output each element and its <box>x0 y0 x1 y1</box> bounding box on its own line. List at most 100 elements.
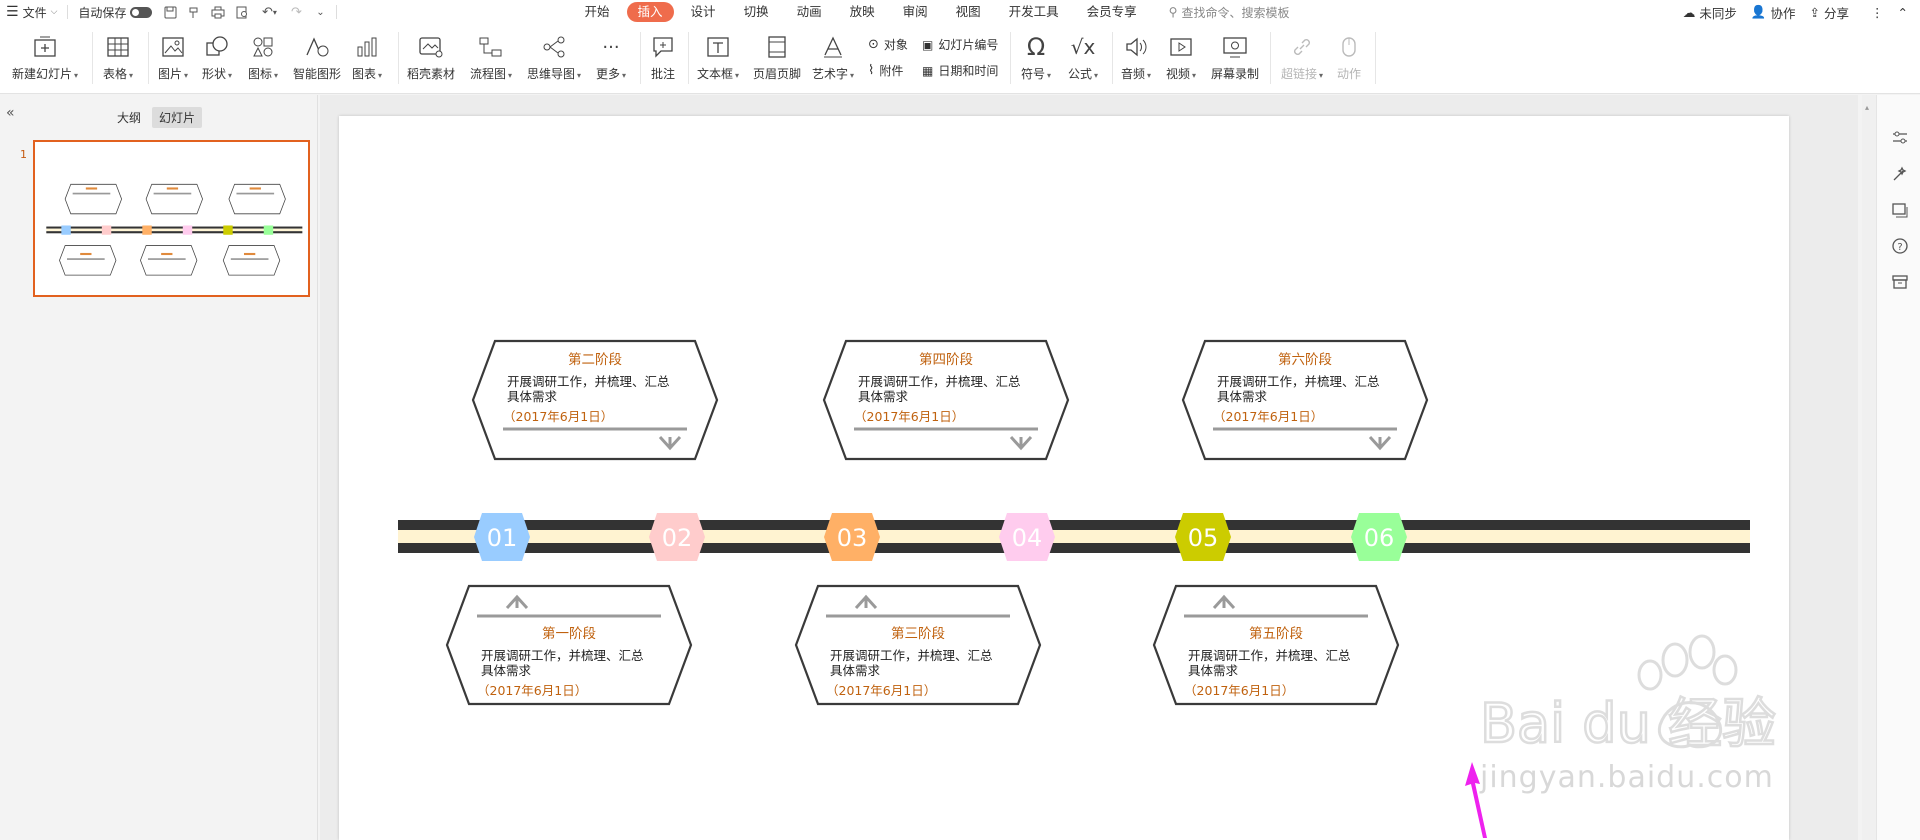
collab-button[interactable]: 👤 协作 <box>1751 3 1796 22</box>
autosave-toggle[interactable]: 自动保存 <box>72 0 158 24</box>
formula-button[interactable]: √x 公式 ▾ <box>1068 32 1098 82</box>
collapse-ribbon-button[interactable]: ⌃ <box>1898 5 1908 20</box>
picture-button[interactable]: 图片 ▾ <box>158 32 188 82</box>
icon-button[interactable]: 图标 ▾ <box>248 32 278 82</box>
stage-box-top-0[interactable]: 第二阶段开展调研工作，并梳理、汇总具体需求（2017年6月1日） <box>471 339 719 461</box>
stage-box-top-1[interactable]: 第四阶段开展调研工作，并梳理、汇总具体需求（2017年6月1日） <box>822 339 1070 461</box>
tab-review[interactable]: 审阅 <box>892 2 939 22</box>
redo-icon[interactable]: ↷ <box>284 0 308 24</box>
date-time-button[interactable]: ▦ 日期和时间 <box>922 62 998 79</box>
stage-title: 第一阶段 <box>542 625 596 642</box>
textbox-label: 文本框 <box>697 67 734 81</box>
print-icon[interactable] <box>206 0 230 24</box>
timeline-marker-06[interactable]: 06 <box>1351 513 1407 561</box>
print-preview-icon[interactable] <box>230 0 254 24</box>
object-button[interactable]: ⊙ 对象 <box>868 36 908 53</box>
watermark-brand: Bai du 经验 <box>1480 692 1776 755</box>
properties-icon[interactable] <box>1891 129 1909 147</box>
marker-number: 01 <box>487 524 518 552</box>
video-button[interactable]: 视频 ▾ <box>1166 32 1196 82</box>
collab-label: 协作 <box>1770 5 1796 21</box>
stage-date: （2017年6月1日） <box>503 409 613 424</box>
stage-box-top-2[interactable]: 第六阶段开展调研工作，并梳理、汇总具体需求（2017年6月1日） <box>1181 339 1429 461</box>
tab-view[interactable]: 视图 <box>945 2 992 22</box>
format-painter-icon[interactable] <box>182 0 206 24</box>
new-slide-icon <box>32 32 58 62</box>
comment-label: 批注 <box>651 67 676 81</box>
more-button[interactable]: ··· 更多 ▾ <box>596 32 626 82</box>
table-button[interactable]: 表格 ▾ <box>103 32 133 82</box>
audio-button[interactable]: 音频 ▾ <box>1121 32 1151 82</box>
tab-transition[interactable]: 切换 <box>733 2 780 22</box>
customize-icon[interactable]: ⌄ <box>308 0 332 24</box>
screen-record-button[interactable]: 屏幕录制 <box>1211 32 1259 82</box>
tab-insert[interactable]: 插入 <box>626 2 674 22</box>
flowchart-icon <box>478 32 504 62</box>
tab-design[interactable]: 设计 <box>680 2 727 22</box>
timeline-marker-03[interactable]: 03 <box>824 513 880 561</box>
link-icon <box>1290 32 1314 62</box>
stage-box-bottom-0[interactable]: 第一阶段开展调研工作，并梳理、汇总具体需求（2017年6月1日） <box>445 584 693 706</box>
timeline-marker-05[interactable]: 05 <box>1175 513 1231 561</box>
tab-outline[interactable]: 大纲 <box>110 107 148 128</box>
ribbon: 新建幻灯片 ▾ 表格 ▾ 图片 ▾ 形状 ▾ 图标 ▾ 智能图形 图表 ▾ 稻壳素材 流程图… <box>0 24 1920 94</box>
flowchart-button[interactable]: 流程图 ▾ <box>470 32 512 82</box>
thumbnail-preview <box>46 183 303 276</box>
symbol-button[interactable]: Ω 符号 ▾ <box>1021 32 1051 82</box>
textbox-button[interactable]: 文本框 ▾ <box>697 32 739 82</box>
smart-art-button[interactable]: 智能图形 <box>293 32 341 82</box>
more-menu-button[interactable]: ⋮ <box>1871 5 1884 20</box>
shape-button[interactable]: 形状 ▾ <box>202 32 232 82</box>
menu-right: ☁ 未同步 👤 协作 ⇪ 分享 ⋮ ⌃ <box>1683 0 1908 24</box>
tab-slideshow[interactable]: 放映 <box>839 2 886 22</box>
action-button[interactable]: 动作 <box>1337 32 1361 82</box>
chart-button[interactable]: 图表 ▾ <box>352 32 382 82</box>
attachment-button[interactable]: ⌇ 附件 <box>868 62 903 79</box>
comment-button[interactable]: 批注 <box>651 32 675 82</box>
file-menu[interactable]: ☰ 文件 ⌵ <box>0 0 63 24</box>
picture-icon <box>161 32 185 62</box>
divider <box>1010 32 1011 84</box>
tab-developer[interactable]: 开发工具 <box>998 2 1070 22</box>
share-button[interactable]: ⇪ 分享 <box>1810 3 1850 22</box>
stage-date: （2017年6月1日） <box>1184 683 1294 698</box>
mindmap-button[interactable]: 思维导图 ▾ <box>527 32 581 82</box>
timeline-marker-01[interactable]: 01 <box>474 513 530 561</box>
chevron-down-icon: ⌵ <box>50 7 58 17</box>
new-slide-button[interactable]: 新建幻灯片 ▾ <box>12 32 78 82</box>
tab-slides[interactable]: 幻灯片 <box>152 107 203 128</box>
mindmap-icon <box>541 32 567 62</box>
material-label: 稻壳素材 <box>407 67 456 81</box>
stage-box-bottom-1[interactable]: 第三阶段开展调研工作，并梳理、汇总具体需求（2017年6月1日） <box>794 584 1042 706</box>
material-button[interactable]: 稻壳素材 <box>407 32 455 82</box>
archive-icon[interactable] <box>1891 273 1909 291</box>
stage-box-bottom-2[interactable]: 第五阶段开展调研工作，并梳理、汇总具体需求（2017年6月1日） <box>1152 584 1400 706</box>
help-icon[interactable]: ? <box>1891 237 1909 255</box>
slide-thumbnail[interactable] <box>33 140 310 297</box>
tab-member[interactable]: 会员专享 <box>1076 2 1148 22</box>
timeline-marker-04[interactable]: 04 <box>999 513 1055 561</box>
tab-home[interactable]: 开始 <box>574 2 621 22</box>
collapse-panel-icon[interactable]: « <box>6 105 15 121</box>
slides-sidebar-icon[interactable] <box>1891 201 1909 219</box>
art-text-button[interactable]: 艺术字 ▾ <box>812 32 854 82</box>
magic-wand-icon[interactable] <box>1891 165 1909 183</box>
search-icon: ⚲ <box>1168 5 1178 19</box>
smart-art-icon <box>304 32 330 62</box>
save-icon[interactable] <box>158 0 182 24</box>
vertical-scrollbar[interactable]: ▴ <box>1862 95 1876 840</box>
tab-animation[interactable]: 动画 <box>786 2 833 22</box>
command-search[interactable]: ⚲ 查找命令、搜索模板 <box>1169 4 1290 21</box>
right-sidebar: ? <box>1876 95 1920 840</box>
divider <box>92 32 93 84</box>
date-time-label: 日期和时间 <box>938 64 999 78</box>
slide-number-label: 幻灯片编号 <box>938 38 999 52</box>
hyperlink-button[interactable]: 超链接 ▾ <box>1281 32 1323 82</box>
undo-icon[interactable]: ↶ ▾ <box>254 0 284 24</box>
slide-number-button[interactable]: ▣ 幻灯片编号 <box>922 36 998 53</box>
scroll-up-icon[interactable]: ▴ <box>1865 103 1869 112</box>
art-text-label: 艺术字 <box>812 67 849 81</box>
sync-button[interactable]: ☁ 未同步 <box>1683 3 1737 22</box>
header-footer-button[interactable]: 页眉页脚 <box>753 32 801 82</box>
timeline-marker-02[interactable]: 02 <box>649 513 705 561</box>
